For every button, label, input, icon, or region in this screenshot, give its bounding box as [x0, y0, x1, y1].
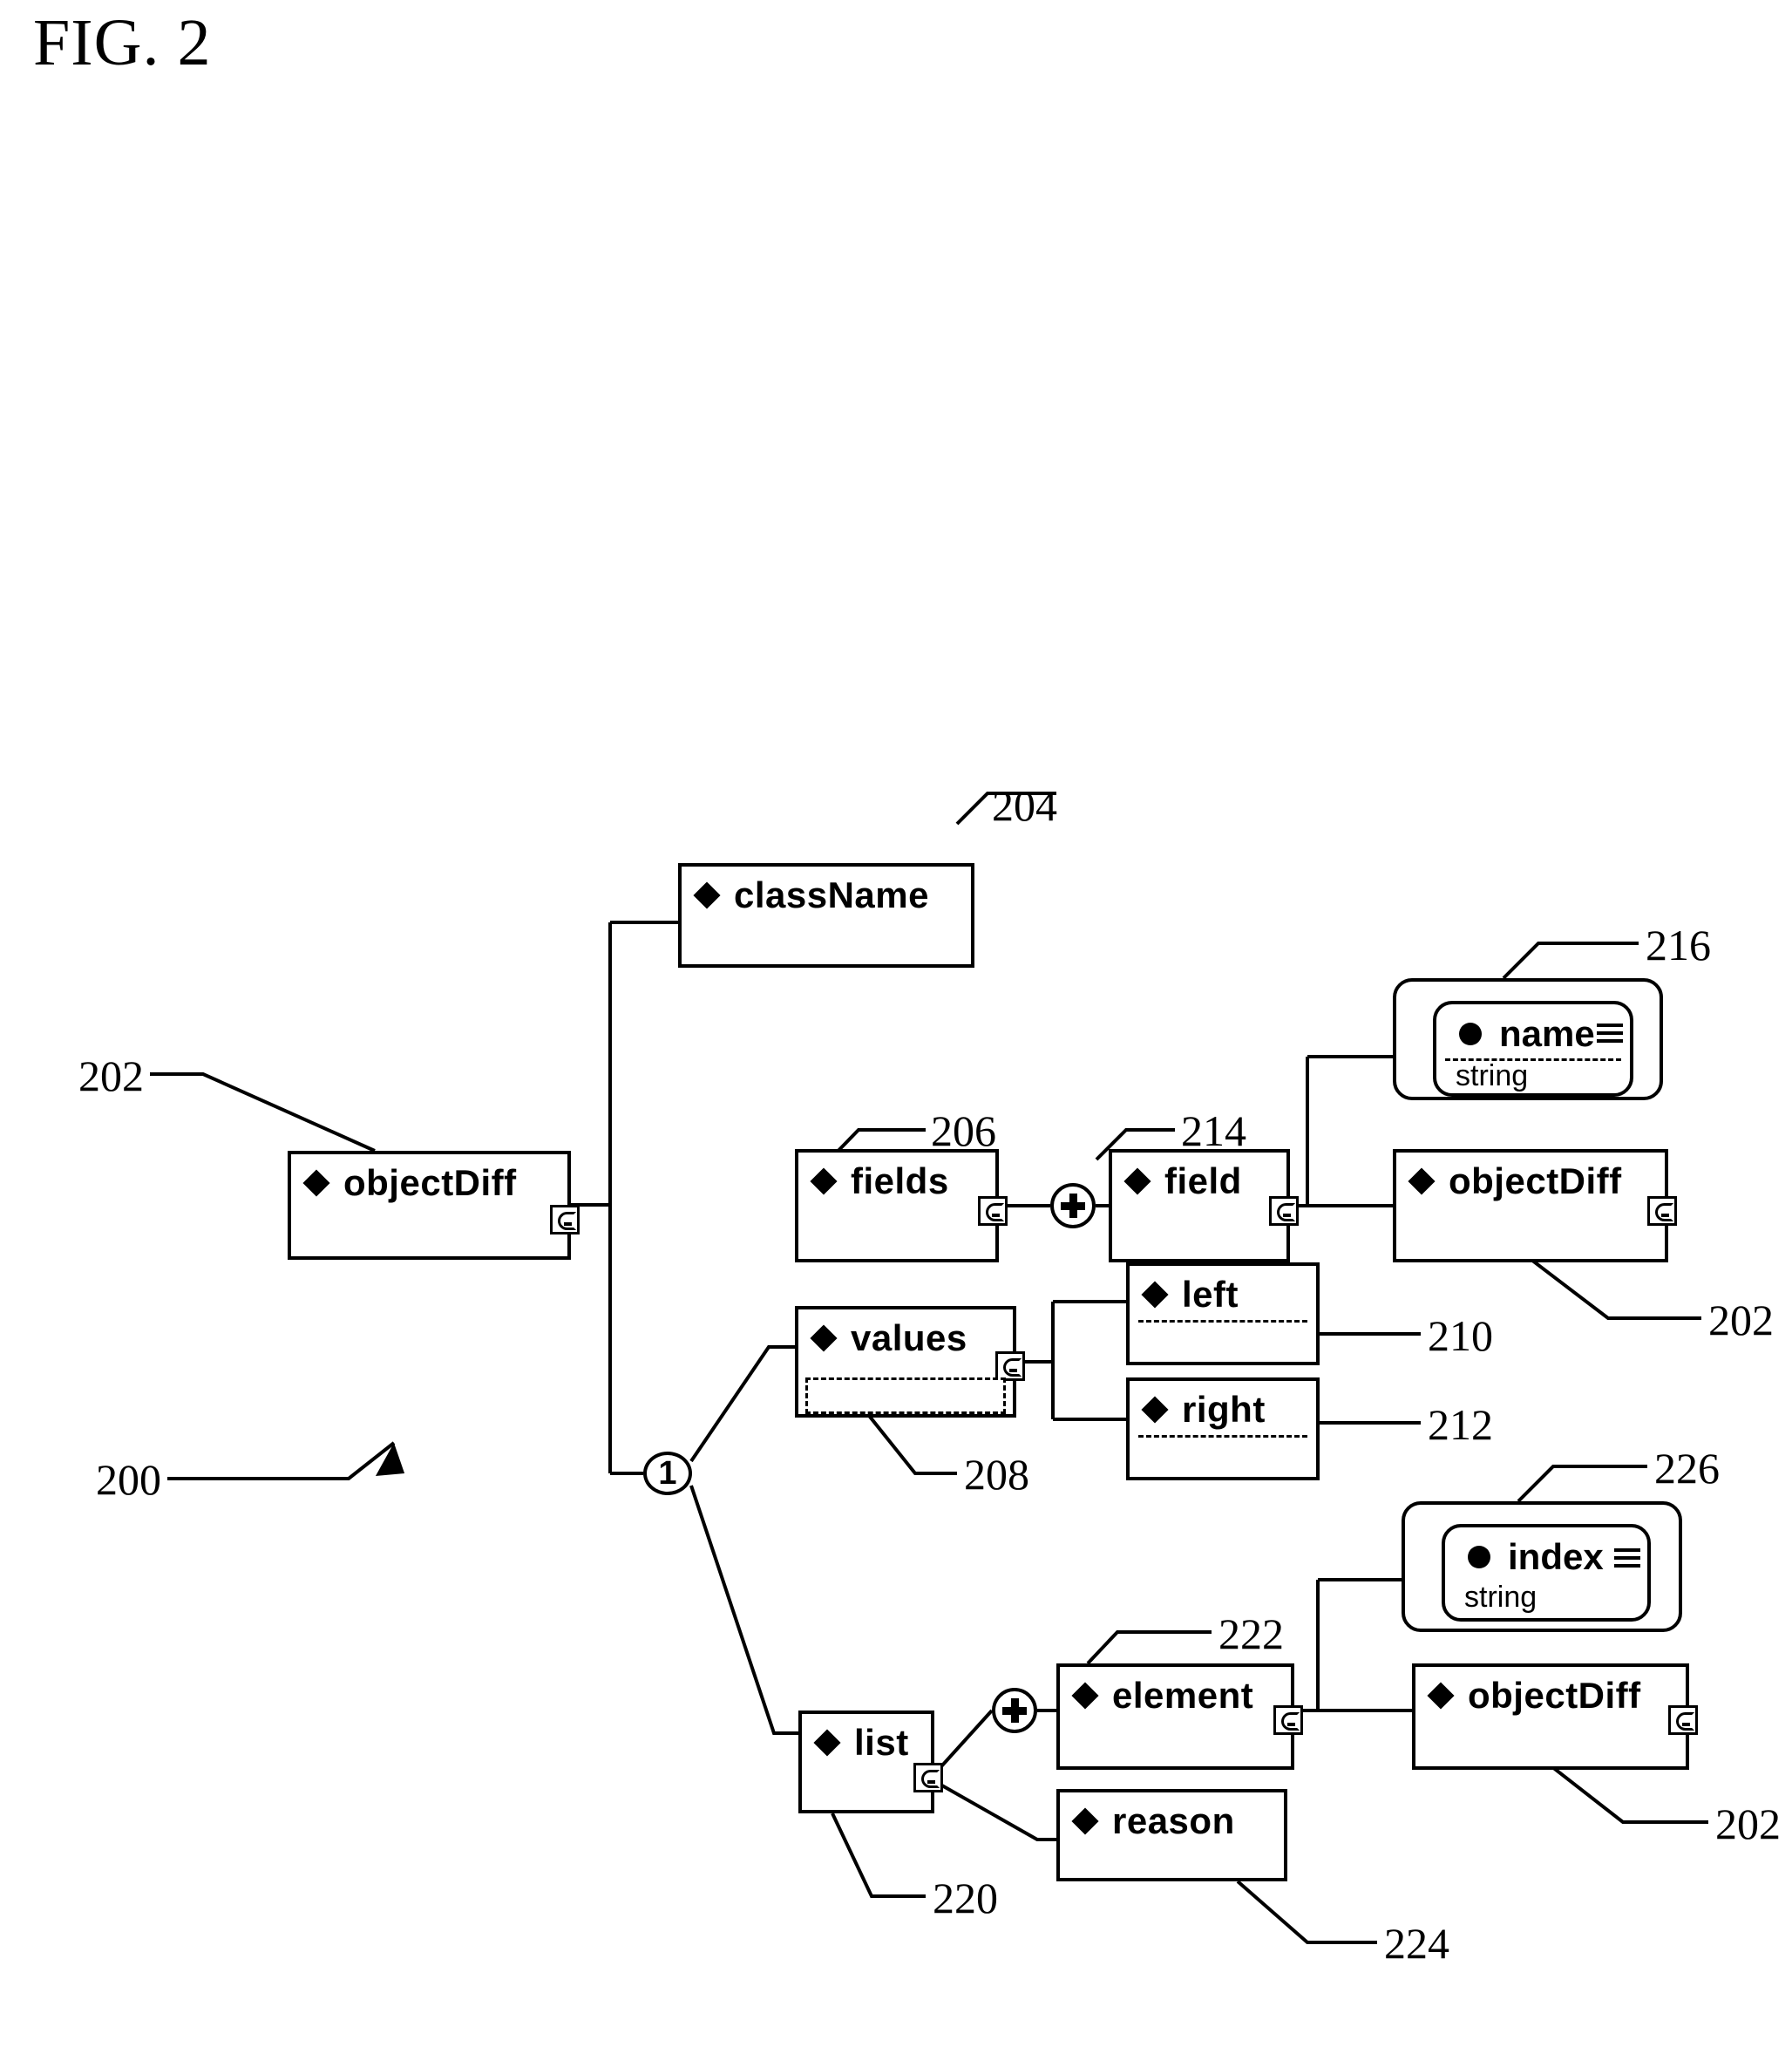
ref-212: 212 [1428, 1400, 1493, 1449]
diamond-icon [1071, 1682, 1099, 1710]
node-row: objectDiff [1415, 1667, 1686, 1716]
tree-expand-icon[interactable] [1668, 1705, 1698, 1735]
diamond-icon [302, 1169, 330, 1197]
ref-204: 204 [992, 781, 1057, 830]
ref-210: 210 [1428, 1311, 1493, 1360]
node-row: fields [798, 1153, 995, 1201]
tree-expand-icon[interactable] [913, 1763, 943, 1792]
node-row: values [798, 1309, 1013, 1358]
node-fields[interactable]: fields [795, 1149, 1008, 1262]
node-row: left [1130, 1266, 1316, 1315]
figure-page: FIG. 2 objectDiff className fields field… [0, 0, 1792, 2054]
diamond-icon [1141, 1396, 1169, 1424]
ref-224: 224 [1384, 1919, 1449, 1968]
node-label: values [851, 1317, 967, 1358]
node-row: reason [1060, 1792, 1284, 1841]
ref-206: 206 [931, 1106, 996, 1155]
node-row: list [802, 1714, 931, 1763]
diamond-icon [810, 1167, 838, 1195]
ref-200: 200 [96, 1455, 161, 1504]
node-type: string [1456, 1059, 1529, 1092]
node-label: objectDiff [1449, 1160, 1622, 1201]
node-left[interactable]: left [1126, 1262, 1320, 1365]
node-values[interactable]: values [795, 1306, 1025, 1418]
ref-222: 222 [1218, 1609, 1284, 1658]
repeat-plus-connector-list[interactable] [992, 1688, 1037, 1733]
ref-202-right: 202 [1708, 1296, 1774, 1344]
diamond-icon [1427, 1682, 1455, 1710]
diamond-icon [810, 1324, 838, 1352]
node-label: className [734, 874, 929, 915]
sequence-one-connector[interactable]: 1 [643, 1452, 692, 1495]
node-row: objectDiff [1396, 1153, 1665, 1201]
tree-expand-icon[interactable] [1269, 1196, 1299, 1226]
node-label: left [1182, 1274, 1239, 1315]
tree-expand-icon[interactable] [995, 1351, 1025, 1381]
node-class-name[interactable]: className [678, 863, 974, 968]
diamond-icon [1071, 1807, 1099, 1835]
content-model-box [805, 1377, 1006, 1414]
node-right[interactable]: right [1126, 1377, 1320, 1480]
node-row: className [682, 867, 971, 915]
diamond-icon [813, 1729, 841, 1757]
node-label: objectDiff [343, 1162, 517, 1203]
node-row: right [1130, 1381, 1316, 1430]
divider [1138, 1320, 1307, 1323]
node-index-attribute[interactable]: index string [1442, 1524, 1651, 1622]
diamond-icon [1408, 1167, 1436, 1195]
node-label: right [1182, 1389, 1266, 1430]
ref-202-root: 202 [78, 1051, 144, 1100]
round-icon [1459, 1023, 1482, 1045]
tree-expand-icon[interactable] [1647, 1196, 1677, 1226]
diamond-icon [1123, 1167, 1151, 1195]
divider [1138, 1435, 1307, 1438]
node-row: field [1112, 1153, 1286, 1201]
tree-expand-icon[interactable] [1273, 1705, 1303, 1735]
tree-expand-icon[interactable] [550, 1205, 580, 1234]
tree-expand-icon[interactable] [978, 1196, 1008, 1226]
node-row: element [1060, 1667, 1291, 1716]
node-list[interactable]: list [798, 1711, 943, 1813]
node-label: index [1508, 1536, 1604, 1577]
round-icon [1468, 1546, 1490, 1568]
node-label: field [1164, 1160, 1242, 1201]
node-element[interactable]: element [1056, 1663, 1303, 1770]
node-object-diff-right[interactable]: objectDiff [1393, 1149, 1677, 1262]
diamond-icon [693, 881, 721, 909]
diamond-icon [1141, 1281, 1169, 1309]
node-label: list [854, 1722, 909, 1763]
node-label: objectDiff [1468, 1675, 1641, 1716]
repeat-plus-connector-fields[interactable] [1050, 1183, 1096, 1228]
node-field[interactable]: field [1109, 1149, 1299, 1262]
lines-icon [1597, 1024, 1623, 1048]
ref-216: 216 [1646, 921, 1711, 969]
lines-icon [1614, 1548, 1640, 1573]
node-index-attribute-wrapper: index string [1402, 1501, 1682, 1632]
node-object-diff-bottom[interactable]: objectDiff [1412, 1663, 1698, 1770]
node-object-diff-root[interactable]: objectDiff [288, 1151, 580, 1260]
node-name-attribute[interactable]: name string [1433, 1001, 1633, 1097]
node-reason[interactable]: reason [1056, 1789, 1287, 1881]
ref-214: 214 [1181, 1106, 1246, 1155]
ref-202-bottom: 202 [1715, 1799, 1781, 1848]
diagram-arrowhead [375, 1443, 405, 1477]
node-label: name [1499, 1013, 1595, 1054]
node-label: reason [1112, 1800, 1235, 1841]
node-type: string [1464, 1581, 1537, 1614]
node-name-attribute-wrapper: name string [1393, 978, 1663, 1100]
ref-220: 220 [933, 1874, 998, 1922]
ref-208: 208 [964, 1450, 1029, 1499]
node-label: element [1112, 1675, 1254, 1716]
ref-226: 226 [1654, 1444, 1720, 1493]
node-label: fields [851, 1160, 949, 1201]
node-row: objectDiff [291, 1154, 567, 1203]
